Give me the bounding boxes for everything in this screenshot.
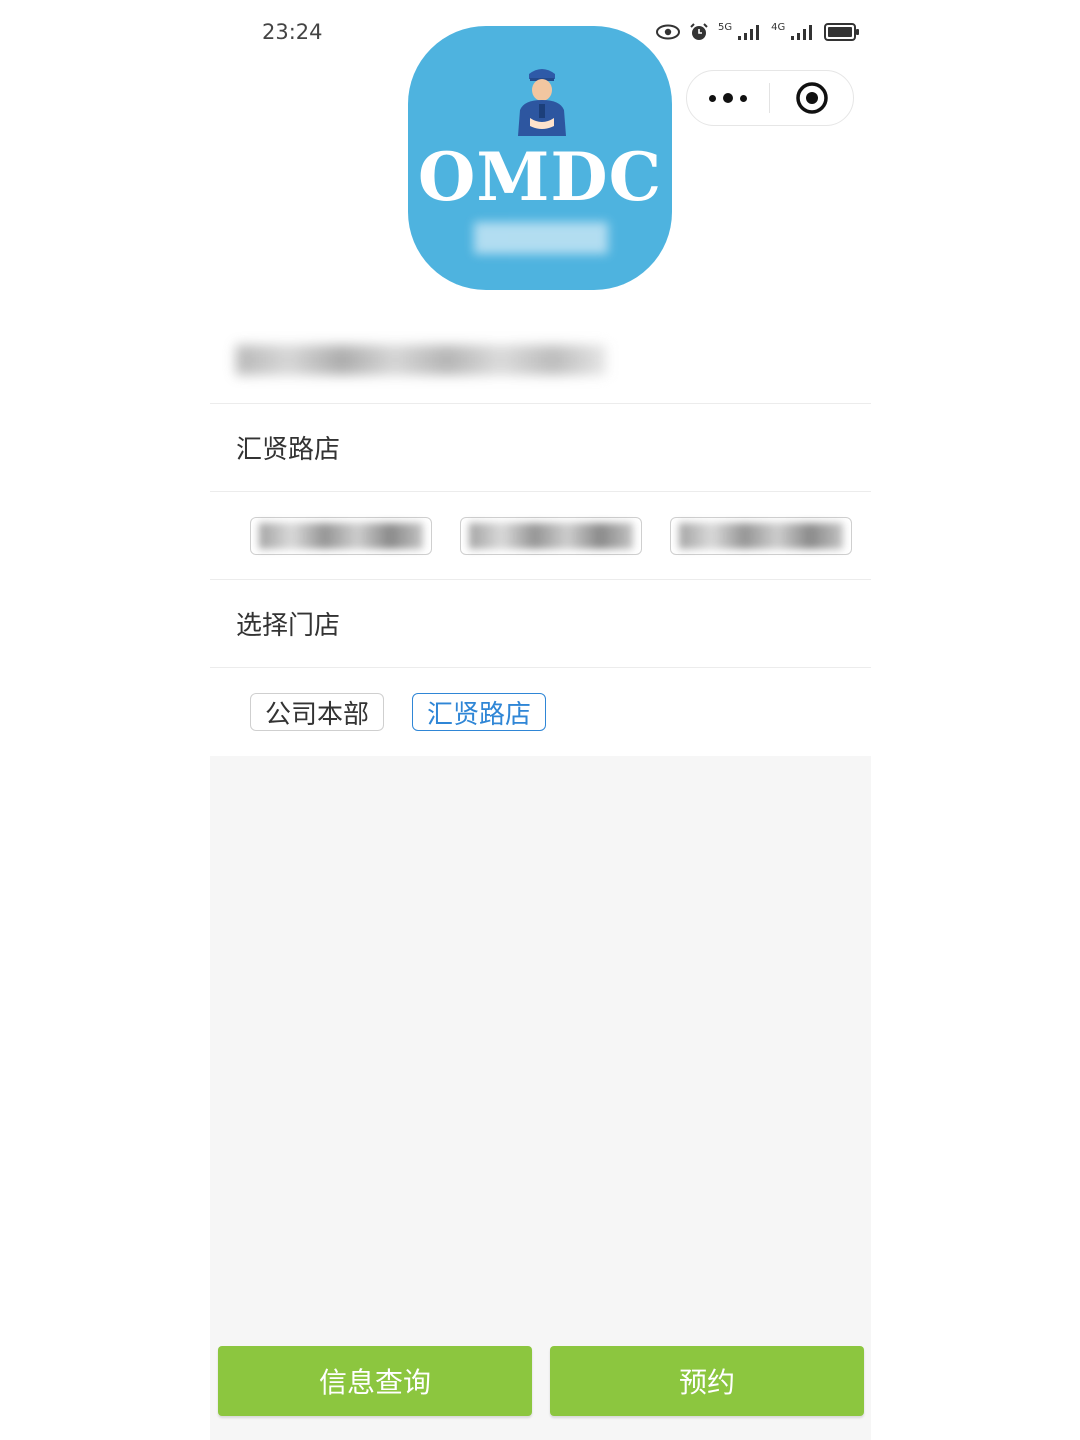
alarm-icon: [690, 23, 708, 40]
vehicle-plate-chip[interactable]: [250, 516, 432, 555]
store-options-row: 公司本部 汇贤路店: [210, 668, 871, 756]
status-time: 23:24: [262, 20, 323, 44]
miniprogram-capsule: [686, 70, 854, 126]
close-miniprogram-icon[interactable]: [770, 71, 853, 125]
mini-program-page: 23:24 5G 4G OMDC 汇贤路店 选择门店 公司本部 汇贤路店 信息查…: [0, 0, 1080, 1440]
store-picker-title: 选择门店: [236, 611, 341, 641]
battery-icon: [824, 23, 860, 41]
vehicle-plate-chip[interactable]: [460, 516, 642, 555]
more-icon[interactable]: [687, 71, 769, 125]
signal-4g-icon: [791, 25, 813, 40]
current-store-name: 汇贤路店: [236, 435, 341, 465]
signal-4g-label: 4G: [771, 22, 786, 33]
redacted-address-row: [210, 316, 871, 404]
brand-logo: OMDC: [408, 26, 672, 290]
empty-content-area: [210, 756, 871, 1440]
signal-5g-label: 5G: [718, 22, 733, 33]
info-query-button[interactable]: 信息查询: [218, 1346, 532, 1416]
signal-5g-icon: [738, 25, 760, 40]
vehicle-plate-row: [210, 492, 871, 580]
book-button[interactable]: 预约: [550, 1346, 864, 1416]
logo-subtitle-redacted: [474, 222, 608, 254]
mechanic-icon: [518, 69, 566, 136]
store-option-huixian-road[interactable]: 汇贤路店: [412, 693, 547, 731]
store-content: 汇贤路店 选择门店 公司本部 汇贤路店: [210, 316, 871, 756]
redacted-address: [236, 344, 606, 375]
status-icons: 5G 4G: [656, 22, 860, 42]
vehicle-plate-chip[interactable]: [670, 516, 852, 555]
eye-icon: [656, 24, 680, 40]
current-store-row: 汇贤路店: [210, 404, 871, 492]
logo-text: OMDC: [417, 138, 663, 216]
store-option-headquarters[interactable]: 公司本部: [250, 693, 385, 731]
store-picker-title-row: 选择门店: [210, 580, 871, 668]
